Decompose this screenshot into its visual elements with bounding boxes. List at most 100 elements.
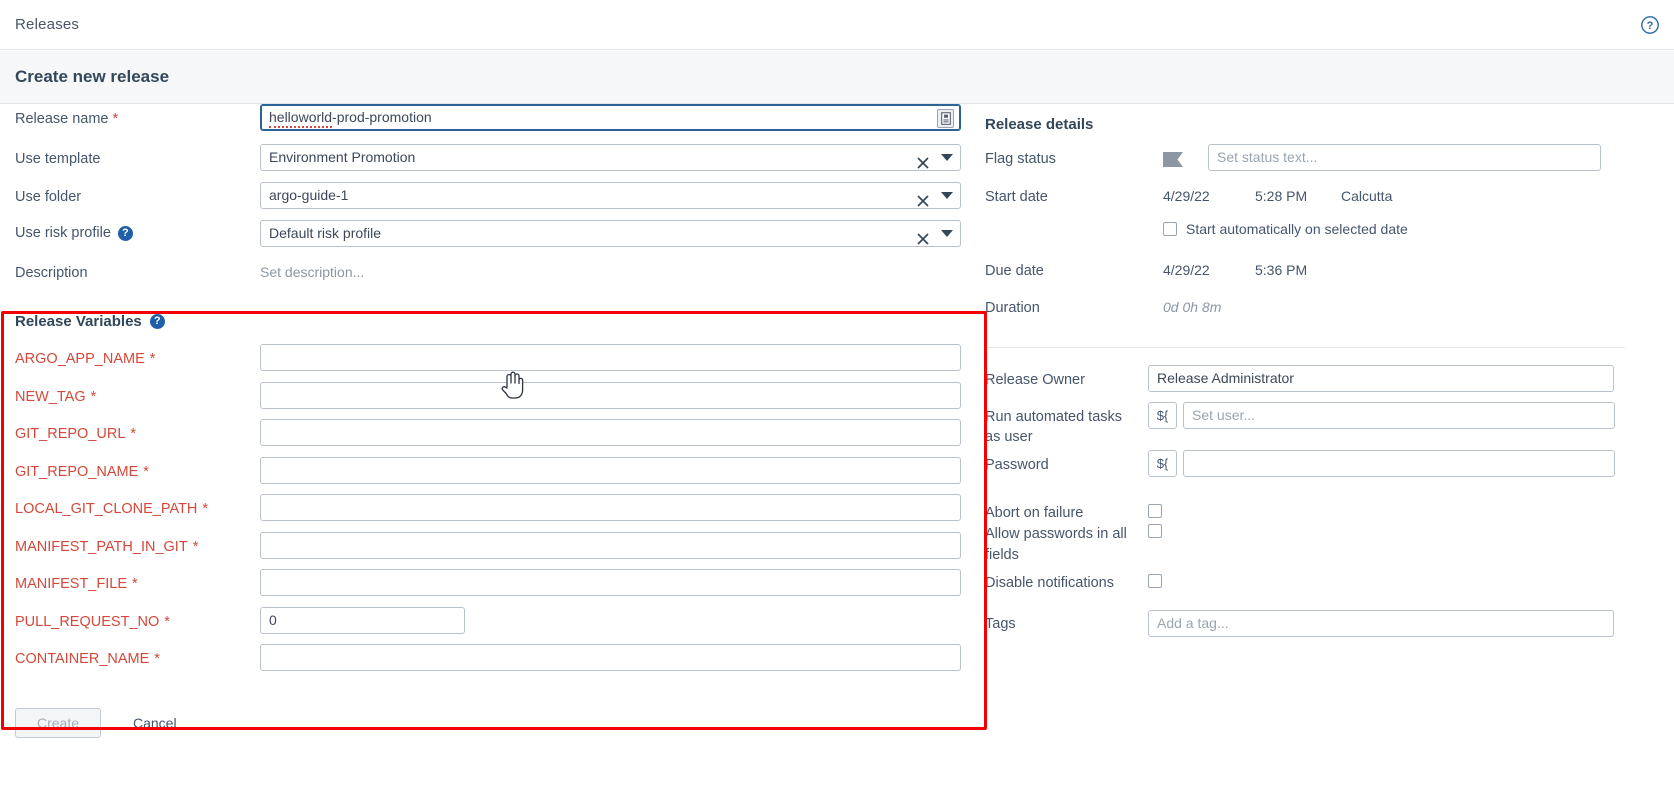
variable-label-text: GIT_REPO_NAME xyxy=(15,463,139,480)
help-circle-icon[interactable]: ? xyxy=(149,314,165,329)
field-properties-icon[interactable] xyxy=(937,109,954,128)
clear-icon[interactable] xyxy=(917,152,929,169)
use-risk-profile-select[interactable]: Default risk profile xyxy=(260,220,961,247)
variable-label-text: PULL_REQUEST_NO xyxy=(15,613,160,630)
disable-notifications-checkbox[interactable] xyxy=(1148,574,1162,588)
top-bar: Releases ? xyxy=(0,0,1674,50)
variable-label-text: CONTAINER_NAME xyxy=(15,651,150,667)
variable-row: ARGO_APP_NAME * xyxy=(15,344,985,382)
help-circle-icon[interactable]: ? xyxy=(117,226,133,242)
allow-passwords-checkbox[interactable] xyxy=(1148,524,1162,538)
create-release-page: Releases ? Create new release Release na… xyxy=(0,0,1674,787)
field-row-allow-passwords: Allow passwords in all fields xyxy=(985,524,1674,574)
page-title: Create new release xyxy=(15,67,170,86)
clear-icon[interactable] xyxy=(917,190,929,207)
variable-label: MANIFEST_FILE * xyxy=(15,569,260,595)
label-password: Password xyxy=(985,457,1049,473)
field-row-use-risk-profile: Use risk profile ? Default risk profile xyxy=(0,220,985,258)
auto-start-checkbox-group[interactable]: Start automatically on selected date xyxy=(1163,218,1408,237)
field-row-release-name: Release name * helloworld-prod-promotion xyxy=(0,104,985,144)
cancel-button[interactable]: Cancel xyxy=(133,715,177,731)
label-release-name: Release name * xyxy=(15,111,119,127)
variable-label: MANIFEST_PATH_IN_GIT * xyxy=(15,532,260,558)
flag-status-input[interactable]: Set status text... xyxy=(1208,144,1601,171)
field-row-disable-notifications: Disable notifications xyxy=(985,574,1674,610)
field-row-description: Description Set description... xyxy=(0,258,985,299)
field-row-start-date: Start date 4/29/22 5:28 PM Calcutta xyxy=(985,182,1674,218)
start-date-value[interactable]: 4/29/22 xyxy=(1163,182,1255,204)
variable-value: 0 xyxy=(269,611,277,628)
field-row-use-folder: Use folder argo-guide-1 xyxy=(0,182,985,220)
run-as-user-variable-button[interactable]: ${ xyxy=(1148,402,1177,429)
start-timezone-value[interactable]: Calcutta xyxy=(1341,182,1392,204)
release-owner-input[interactable]: Release Administrator xyxy=(1148,365,1614,392)
password-input[interactable] xyxy=(1183,450,1615,477)
chevron-down-icon[interactable] xyxy=(941,154,953,161)
label-start-date: Start date xyxy=(985,189,1048,205)
duration-value: 0d 0h 8m xyxy=(1163,299,1222,315)
variable-input[interactable] xyxy=(260,344,961,371)
create-button[interactable]: Create xyxy=(15,707,101,738)
field-row-release-owner: Release Owner Release Administrator xyxy=(985,348,1674,392)
label-description: Description xyxy=(15,265,88,281)
label-due-date: Due date xyxy=(985,263,1044,279)
clear-icon[interactable] xyxy=(917,228,929,245)
release-owner-value: Release Administrator xyxy=(1157,370,1294,386)
variable-required-marker: * xyxy=(154,651,160,667)
help-circle-icon[interactable]: ? xyxy=(1640,15,1660,35)
use-folder-select[interactable]: argo-guide-1 xyxy=(260,182,961,209)
flag-status-placeholder: Set status text... xyxy=(1217,149,1318,165)
variable-label-text: MANIFEST_PATH_IN_GIT xyxy=(15,538,188,555)
chevron-down-icon[interactable] xyxy=(941,230,953,237)
variable-input[interactable] xyxy=(260,569,961,596)
description-placeholder[interactable]: Set description... xyxy=(260,258,364,280)
variable-input[interactable] xyxy=(260,644,961,671)
variable-required-marker: * xyxy=(149,351,156,367)
abort-on-failure-checkbox[interactable] xyxy=(1148,504,1162,518)
flag-icon[interactable] xyxy=(1163,152,1185,171)
label-tags: Tags xyxy=(985,616,1016,632)
run-as-user-input[interactable]: Set user... xyxy=(1183,402,1615,429)
due-date-value[interactable]: 4/29/22 xyxy=(1163,256,1255,278)
auto-start-checkbox[interactable] xyxy=(1163,222,1177,236)
variable-row: MANIFEST_FILE * xyxy=(15,569,985,607)
variable-required-marker: * xyxy=(192,538,199,555)
variable-row: LOCAL_GIT_CLONE_PATH * xyxy=(15,494,985,532)
variable-input[interactable] xyxy=(260,381,961,409)
variable-label: ARGO_APP_NAME * xyxy=(15,344,260,370)
field-row-abort-on-failure: Abort on failure xyxy=(985,490,1674,524)
start-time-value[interactable]: 5:28 PM xyxy=(1255,182,1341,204)
field-row-flag-status: Flag status Set status text... xyxy=(985,144,1674,182)
variable-required-marker: * xyxy=(90,388,97,405)
use-risk-profile-value: Default risk profile xyxy=(269,225,382,241)
release-name-input[interactable]: helloworld-prod-promotion xyxy=(260,104,961,131)
breadcrumb-releases[interactable]: Releases xyxy=(15,16,79,33)
use-template-value: Environment Promotion xyxy=(269,149,416,165)
variable-label: CONTAINER_NAME * xyxy=(15,644,260,670)
variable-input[interactable] xyxy=(260,419,961,446)
variable-row: PULL_REQUEST_NO * 0 xyxy=(15,606,985,645)
label-run-as-user: Run automated tasks as user xyxy=(985,409,1123,445)
chevron-down-icon[interactable] xyxy=(941,192,953,199)
flag-status-button[interactable] xyxy=(1163,144,1208,172)
field-row-password: Password ${ xyxy=(985,442,1674,490)
variable-required-marker: * xyxy=(132,576,138,592)
label-flag-status: Flag status xyxy=(985,151,1056,167)
variable-label-text: LOCAL_GIT_CLONE_PATH xyxy=(15,501,198,517)
use-folder-value: argo-guide-1 xyxy=(269,187,349,203)
variable-required-marker: * xyxy=(143,463,149,480)
left-column: Release name * helloworld-prod-promotion xyxy=(0,104,985,738)
variable-label: GIT_REPO_URL * xyxy=(15,419,260,445)
variable-label-text: MANIFEST_FILE xyxy=(15,576,127,592)
variable-input[interactable] xyxy=(260,494,961,521)
variable-input[interactable]: 0 xyxy=(260,606,465,634)
label-duration: Duration xyxy=(985,300,1040,316)
tags-input[interactable]: Add a tag... xyxy=(1148,610,1614,637)
label-use-template: Use template xyxy=(15,151,101,167)
variable-input[interactable] xyxy=(260,456,961,484)
password-variable-button[interactable]: ${ xyxy=(1148,450,1177,477)
variable-label-text: GIT_REPO_URL xyxy=(15,426,126,442)
variable-input[interactable] xyxy=(260,531,961,559)
due-time-value[interactable]: 5:36 PM xyxy=(1255,256,1307,278)
use-template-select[interactable]: Environment Promotion xyxy=(260,144,961,171)
